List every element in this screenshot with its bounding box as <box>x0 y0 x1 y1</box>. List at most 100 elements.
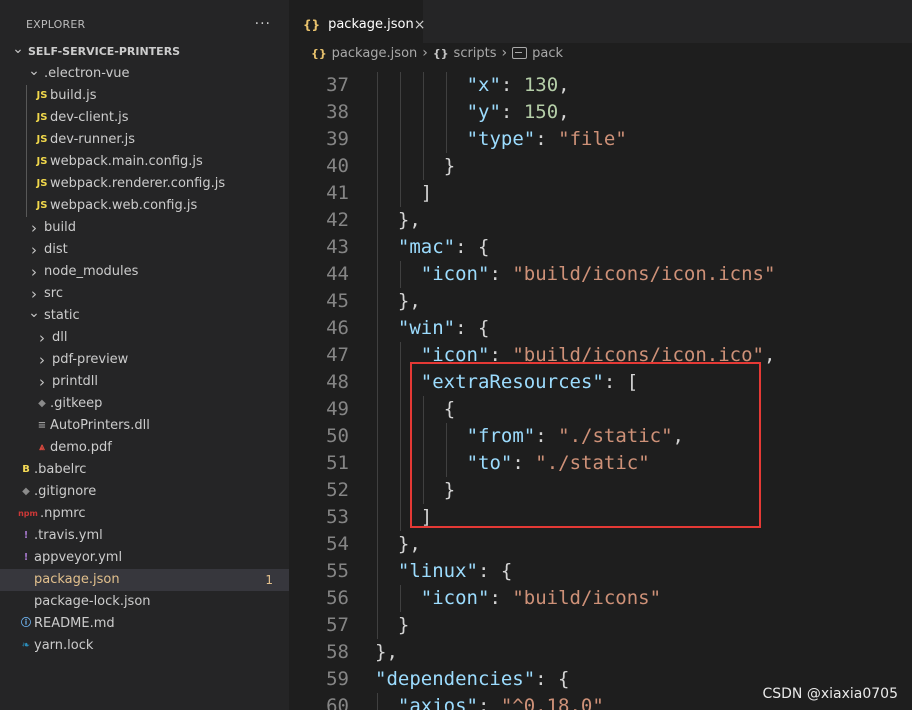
code-text: "icon": "build/icons/icon.icns" <box>421 261 776 288</box>
tree-item[interactable]: B .babelrc <box>0 459 289 481</box>
tree-item-label: node_modules <box>44 264 139 279</box>
gitkeep-file-icon: ◆ <box>38 398 46 409</box>
tree-item[interactable]: dist <box>0 239 289 261</box>
tree-item[interactable]: .electron-vue <box>0 63 289 85</box>
tree-item[interactable]: ◆ .gitkeep <box>0 393 289 415</box>
tree-item[interactable]: JS webpack.renderer.config.js <box>0 173 289 195</box>
code-line: 58}, <box>289 639 912 666</box>
tree-item-label: SELF-SERVICE-PRINTERS <box>28 45 181 58</box>
tree-item[interactable]: printdll <box>0 371 289 393</box>
chevron-down-icon[interactable] <box>10 41 26 65</box>
tree-item[interactable]: ⩓ demo.pdf <box>0 437 289 459</box>
code-text: "icon": "build/icons" <box>421 585 661 612</box>
indent-guide <box>377 504 378 531</box>
indent-guide <box>377 207 378 234</box>
code-token: "axios" <box>397 695 478 710</box>
yml-file-icon: ! <box>23 530 29 541</box>
tree-item-label: dist <box>44 242 68 257</box>
tree-item[interactable]: ! .travis.yml <box>0 525 289 547</box>
line-number: 52 <box>326 479 349 501</box>
code-token: "mac" <box>397 236 456 258</box>
line-number: 37 <box>326 74 349 96</box>
tree-item[interactable]: ! appveyor.yml <box>0 547 289 569</box>
yml-file-icon: ! <box>23 552 29 563</box>
chevron-right-icon: › <box>501 45 508 61</box>
code-token: { <box>443 398 456 420</box>
code-token: }, <box>397 533 421 555</box>
tree-item[interactable]: dll <box>0 327 289 349</box>
code-token: ] <box>420 506 433 528</box>
indent-guide <box>377 369 378 396</box>
indent-guide <box>377 126 378 153</box>
indent-guide <box>377 693 378 710</box>
indent-guide <box>377 315 378 342</box>
tree-item[interactable]: JS webpack.main.config.js <box>0 151 289 173</box>
gitignore-file-icon: ◆ <box>22 486 30 497</box>
js-file-icon: JS <box>36 200 48 211</box>
code-token: "type" <box>466 128 536 150</box>
tree-item-label: .babelrc <box>34 462 87 477</box>
line-number: 50 <box>326 425 349 447</box>
tree-item[interactable]: JS build.js <box>0 85 289 107</box>
code-token: : { <box>535 668 570 690</box>
code-text: } <box>444 153 455 180</box>
indent-guide <box>377 423 378 450</box>
indent-guide <box>445 126 447 153</box>
indent-guide <box>26 129 27 151</box>
tree-item[interactable]: ◆ .gitignore <box>0 481 289 503</box>
tab-package-json[interactable]: {} package.json × <box>289 0 426 49</box>
code-line: 38 "y": 150, <box>289 99 912 126</box>
tree-item[interactable]: npm .npmrc <box>0 503 289 525</box>
line-number: 38 <box>326 101 349 123</box>
tree-item[interactable]: ❧ yarn.lock <box>0 635 289 657</box>
code-text: "icon": "build/icons/icon.ico", <box>421 342 776 369</box>
tree-item[interactable]: JS dev-client.js <box>0 107 289 129</box>
tab-bar: {} package.json × <box>289 0 912 49</box>
indent-guide <box>377 180 378 207</box>
breadcrumb-package-json[interactable]: {} package.json <box>311 46 417 61</box>
code-line: 50 "from": "./static", <box>289 423 912 450</box>
breadcrumb-pack[interactable]: pack <box>512 46 563 61</box>
line-number: 53 <box>326 506 349 528</box>
chevron-down-icon[interactable] <box>26 63 42 87</box>
tree-item[interactable]: package.json 1 <box>0 569 289 591</box>
tree-item[interactable]: ⓘ README.md <box>0 613 289 635</box>
tree-item[interactable]: package-lock.json <box>0 591 289 613</box>
code-token: : <box>535 128 559 150</box>
code-token: 130 <box>523 74 559 96</box>
code-token: : { <box>455 317 490 339</box>
tree-item[interactable]: ≡ AutoPrinters.dll <box>0 415 289 437</box>
indent-guide <box>377 234 378 261</box>
breadcrumb-label: scripts <box>453 45 497 61</box>
line-number: 55 <box>326 560 349 582</box>
tree-item[interactable]: pdf-preview <box>0 349 289 371</box>
tree-item[interactable]: JS dev-runner.js <box>0 129 289 151</box>
tree-item[interactable]: build <box>0 217 289 239</box>
indent-guide <box>399 450 401 477</box>
tree-item[interactable]: node_modules <box>0 261 289 283</box>
code-editor[interactable]: 37 "x": 130, 38 "y": 150, 39 "type": "file" 40… <box>289 63 912 710</box>
more-actions-icon[interactable]: ··· <box>255 16 271 32</box>
code-token: "./static" <box>558 425 673 447</box>
code-text: { <box>444 396 455 423</box>
tree-item[interactable]: src <box>0 283 289 305</box>
indent-guide <box>26 195 27 217</box>
code-line: 49 { <box>289 396 912 423</box>
line-number: 47 <box>326 344 349 366</box>
close-icon[interactable]: × <box>414 17 426 33</box>
code-text: "linux": { <box>398 558 512 585</box>
json-file-icon: {} <box>303 17 321 32</box>
code-token: "icon" <box>420 587 490 609</box>
indent-guide <box>399 423 401 450</box>
tree-item[interactable]: JS webpack.web.config.js <box>0 195 289 217</box>
tree-item[interactable]: SELF-SERVICE-PRINTERS <box>0 41 289 63</box>
code-text: } <box>398 612 409 639</box>
tree-item[interactable]: static <box>0 305 289 327</box>
tree-item-label: appveyor.yml <box>34 550 123 565</box>
file-tree: SELF-SERVICE-PRINTERS.electron-vueJSbuil… <box>0 41 289 657</box>
tree-item-label: printdll <box>52 374 99 389</box>
breadcrumb-scripts[interactable]: {} scripts <box>433 46 497 61</box>
chevron-down-icon[interactable] <box>26 305 42 329</box>
explorer-sidebar: EXPLORER ··· SELF-SERVICE-PRINTERS .elect… <box>0 0 289 710</box>
indent-guide <box>399 477 401 504</box>
